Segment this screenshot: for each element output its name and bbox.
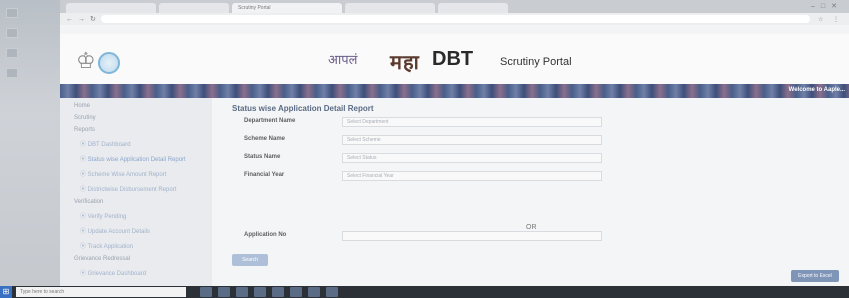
sidebar-item[interactable]: Scheme Wise Amount Report [60,166,212,181]
back-icon[interactable]: ← [66,16,73,23]
application-no-input[interactable] [342,231,602,241]
desktop-shortcut-icon[interactable] [6,48,18,58]
sidebar-item[interactable]: Verify Pending [60,208,212,223]
brand-dbt: DBT [432,48,474,70]
or-separator: OR [526,224,537,231]
sidebar-item[interactable]: Grievance Dashboard [60,265,212,280]
desktop-shortcut-icon[interactable] [6,8,18,18]
sidebar: HomeScrutinyReportsDBT DashboardStatus w… [60,98,212,286]
sidebar-item[interactable]: Grievance Redressal [60,253,212,265]
taskbar-app-icon[interactable] [218,287,230,297]
search-button[interactable]: Search [232,254,268,266]
report-panel: Status wise Application Detail Report De… [232,98,849,286]
financial-year-select[interactable]: Select Financial Year [342,171,602,181]
financial-year-label: Financial Year [244,172,285,178]
taskbar-search-input[interactable]: Type here to search [16,287,186,297]
taskbar-app-icon[interactable] [254,287,266,297]
browser-tab[interactable] [438,3,508,13]
browser-menu-icon[interactable]: ☆ ⋮ [818,16,843,23]
page-title: Status wise Application Detail Report [232,104,374,113]
sidebar-item[interactable]: Reports [60,124,212,136]
status-name-label: Status Name [244,154,281,160]
desktop-shortcut-icon[interactable] [6,68,18,78]
department-logo-icon [98,52,120,74]
taskbar-app-icon[interactable] [200,287,212,297]
windows-taskbar: ⊞ Type here to search [0,286,849,298]
scheme-select[interactable]: Select Scheme [342,135,602,145]
welcome-text: Welcome to Aaple... [788,87,845,93]
status-select[interactable]: Select Status [342,153,602,163]
browser-tab[interactable] [66,3,156,13]
browser-tab[interactable] [345,3,435,13]
sidebar-item[interactable]: Update Account Details [60,223,212,238]
brand-maha: महा [390,50,420,74]
site-header: ♔ आपलं महा DBT Scrutiny Portal [60,34,849,84]
sidebar-item[interactable]: DBT Dashboard [60,136,212,151]
header-stripe: Welcome to Aaple... [60,84,849,98]
desktop-background [0,0,60,286]
sidebar-item[interactable]: Home [60,100,212,112]
sidebar-item[interactable]: Districtwise Disbursement Report [60,181,212,196]
sidebar-item[interactable]: Track Application [60,238,212,253]
scheme-name-label: Scheme Name [244,136,286,142]
window-controls[interactable]: –□✕ [811,2,843,10]
desktop-shortcut-icon[interactable] [6,28,18,38]
url-input[interactable] [100,15,810,23]
taskbar-app-icon[interactable] [326,287,338,297]
state-emblem-icon: ♔ [76,48,96,73]
taskbar-app-icon[interactable] [272,287,284,297]
reload-icon[interactable]: ↻ [90,15,96,23]
export-excel-button[interactable]: Export to Excel [791,270,839,282]
sidebar-item[interactable]: Scrutiny [60,112,212,124]
taskbar-app-icon[interactable] [290,287,302,297]
browser-tab-bar: Scrutiny Portal –□✕ [60,0,849,13]
sidebar-item[interactable]: Verification [60,196,212,208]
forward-icon[interactable]: → [78,16,85,23]
sidebar-item[interactable]: Status wise Application Detail Report [60,151,212,166]
application-no-label: Application No [244,232,287,238]
web-page: ♔ आपलं महा DBT Scrutiny Portal Welcome t… [60,34,849,286]
department-name-label: Department Name [244,118,296,124]
bookmarks-bar[interactable] [60,25,849,34]
portal-title: Scrutiny Portal [500,56,572,68]
browser-tab[interactable] [159,3,229,13]
brand-aapla: आपलं [328,53,358,68]
taskbar-app-icon[interactable] [236,287,248,297]
taskbar-app-icon[interactable] [308,287,320,297]
windows-start-icon[interactable]: ⊞ [0,286,12,298]
browser-tab-active[interactable]: Scrutiny Portal [232,3,342,13]
department-select[interactable]: Select Department [342,117,602,127]
address-bar: ← → ↻ ☆ ⋮ [60,13,849,25]
